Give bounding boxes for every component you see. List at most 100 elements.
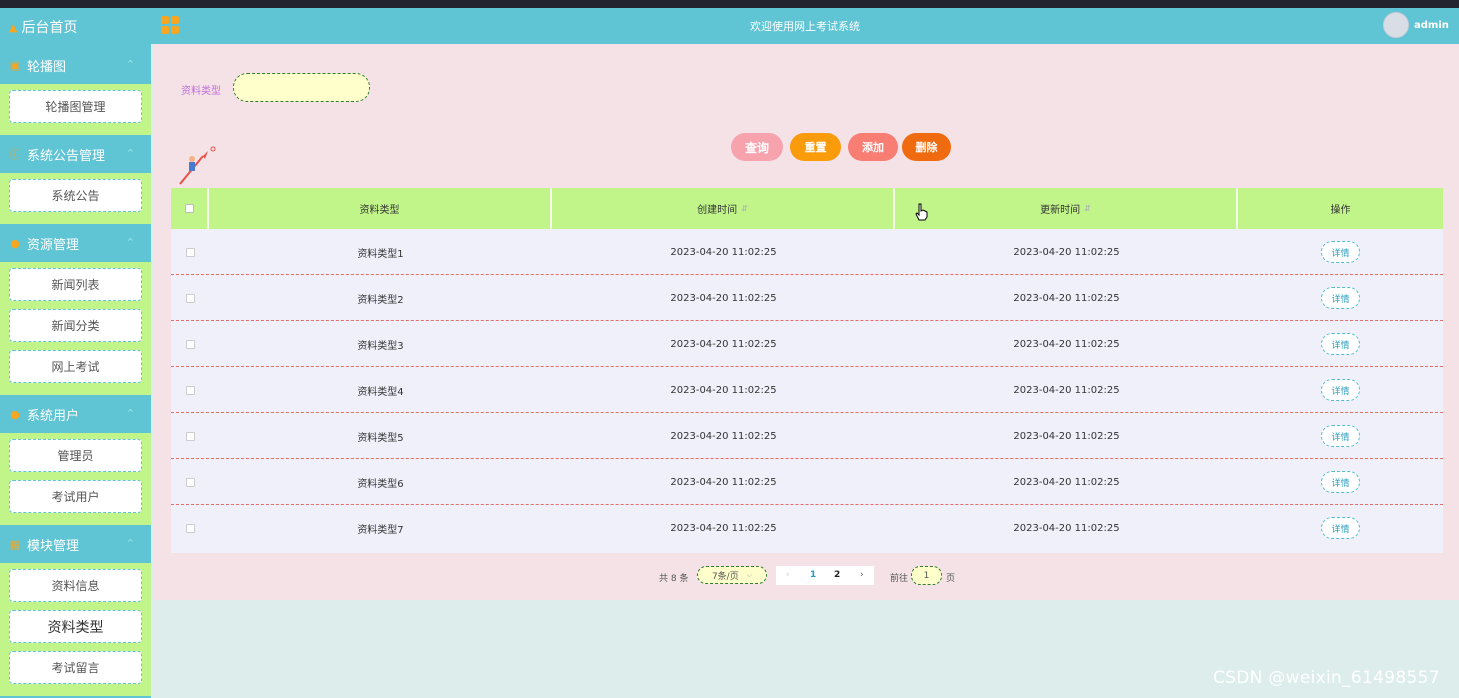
column-header-label: 资料类型 — [359, 205, 400, 216]
column-header-label: 创建时间 — [697, 205, 738, 216]
row-checkbox[interactable] — [185, 431, 195, 441]
page-navigator: ‹ 1 2 › — [776, 566, 874, 585]
search-label: 资料类型 — [181, 86, 221, 97]
table-row: 资料类型2 2023-04-20 11:02:25 2023-04-20 11:… — [171, 275, 1443, 321]
row-checkbox[interactable] — [185, 385, 195, 395]
window-top-strip — [0, 0, 1459, 8]
home-icon: ▲ — [9, 20, 18, 34]
sidebar-item-material-type[interactable]: 资料类型 — [9, 610, 142, 643]
page-number-current[interactable]: 2 — [834, 570, 840, 580]
column-header-label: 操作 — [1330, 205, 1351, 216]
row-checkbox[interactable] — [185, 293, 195, 303]
sidebar-item-news-list[interactable]: 新闻列表 — [9, 268, 142, 301]
cell-created: 2023-04-20 11:02:25 — [670, 384, 777, 396]
sidebar-group-label: 资源管理 — [27, 237, 80, 253]
search-input[interactable] — [233, 73, 370, 102]
cell-updated: 2023-04-20 11:02:25 — [1013, 292, 1120, 304]
data-table: 资料类型 创建时间 ⇵ 更新时间 ⇵ 操作 资料类型1 2023-04-20 1… — [171, 188, 1443, 553]
table-row: 资料类型7 2023-04-20 11:02:25 2023-04-20 11:… — [171, 505, 1443, 551]
cell-updated: 2023-04-20 11:02:25 — [1013, 522, 1120, 534]
detail-button[interactable]: 详情 — [1321, 241, 1360, 263]
cell-updated: 2023-04-20 11:02:25 — [1013, 430, 1120, 442]
chevron-up-icon: ⌃ — [125, 236, 135, 249]
avatar[interactable] — [1383, 12, 1409, 38]
sidebar-item-admins[interactable]: 管理员 — [9, 439, 142, 472]
chevron-up-icon: ⌃ — [125, 58, 135, 71]
rocket-figure-icon — [179, 146, 216, 185]
sidebar-item-exam-messages[interactable]: 考试留言 — [9, 651, 142, 684]
cell-type: 资料类型4 — [357, 386, 404, 398]
column-header-type: 资料类型 — [209, 188, 552, 229]
sidebar-item-online-exam[interactable]: 网上考试 — [9, 350, 142, 383]
top-header: 欢迎使用网上考试系统 admin — [151, 8, 1459, 44]
page-size-select[interactable]: 7条/页 ⌵ — [697, 566, 767, 584]
cell-type: 资料类型1 — [357, 248, 404, 260]
sidebar-item-exam-users[interactable]: 考试用户 — [9, 480, 142, 513]
sidebar-item-announcement[interactable]: 系统公告 — [9, 179, 142, 212]
next-page-button[interactable]: › — [860, 570, 864, 580]
sidebar: ▲ 后台首页 ▣ 轮播图 ⌃ 轮播图管理 ⓘ 系统公告管理 ⌃ 系统公告 ● 资… — [0, 8, 151, 698]
select-all-cell — [171, 188, 209, 229]
cell-created: 2023-04-20 11:02:25 — [670, 522, 777, 534]
image-icon: ▣ — [9, 58, 21, 72]
sidebar-group-resources[interactable]: ● 资源管理 ⌃ — [0, 224, 151, 262]
sidebar-group-announcement[interactable]: ⓘ 系统公告管理 ⌃ — [0, 135, 151, 173]
username[interactable]: admin — [1414, 20, 1449, 31]
sidebar-group-body: 新闻列表 新闻分类 网上考试 — [0, 262, 151, 395]
cell-updated: 2023-04-20 11:02:25 — [1013, 384, 1120, 396]
detail-button[interactable]: 详情 — [1321, 471, 1360, 493]
cell-created: 2023-04-20 11:02:25 — [670, 338, 777, 350]
detail-button[interactable]: 详情 — [1321, 425, 1360, 447]
sort-caret-icon[interactable]: ⇵ — [1084, 204, 1091, 213]
cell-updated: 2023-04-20 11:02:25 — [1013, 246, 1120, 258]
main-panel: 资料类型 查询 重置 添加 删除 资料类型 创建时间 ⇵ 更新时间 ⇵ 操作 资… — [153, 44, 1459, 600]
cell-type: 资料类型5 — [357, 432, 404, 444]
page-number[interactable]: 1 — [810, 570, 816, 580]
table-row: 资料类型4 2023-04-20 11:02:25 2023-04-20 11:… — [171, 367, 1443, 413]
page-size-value: 7条/页 — [711, 571, 739, 582]
row-checkbox[interactable] — [185, 523, 195, 533]
detail-button[interactable]: 详情 — [1321, 517, 1360, 539]
row-checkbox[interactable] — [185, 247, 195, 257]
prev-page-button[interactable]: ‹ — [786, 570, 790, 580]
chevron-up-icon: ⌃ — [125, 407, 135, 420]
detail-button[interactable]: 详情 — [1321, 287, 1360, 309]
column-header-updated[interactable]: 更新时间 ⇵ — [895, 188, 1238, 229]
detail-button[interactable]: 详情 — [1321, 379, 1360, 401]
sort-caret-icon[interactable]: ⇵ — [741, 204, 748, 213]
column-header-label: 更新时间 — [1040, 205, 1081, 216]
table-row: 资料类型5 2023-04-20 11:02:25 2023-04-20 11:… — [171, 413, 1443, 459]
sidebar-item-news-category[interactable]: 新闻分类 — [9, 309, 142, 342]
query-button[interactable]: 查询 — [731, 133, 783, 161]
sidebar-home-label: 后台首页 — [21, 20, 78, 36]
info-icon: ⓘ — [9, 148, 21, 161]
sidebar-item-carousel-manage[interactable]: 轮播图管理 — [9, 90, 142, 123]
chevron-up-icon: ⌃ — [125, 537, 135, 550]
pagination-total: 共 8 条 — [659, 574, 689, 584]
chevron-down-icon: ⌵ — [746, 570, 753, 579]
sidebar-group-users[interactable]: ● 系统用户 ⌃ — [0, 395, 151, 433]
select-all-checkbox[interactable] — [184, 204, 194, 213]
sidebar-group-label: 系统用户 — [27, 408, 80, 424]
goto-page-input[interactable]: 1 — [911, 566, 942, 585]
table-row: 资料类型6 2023-04-20 11:02:25 2023-04-20 11:… — [171, 459, 1443, 505]
sidebar-group-label: 模块管理 — [27, 538, 80, 554]
sidebar-group-modules[interactable]: ▦ 模块管理 ⌃ — [0, 525, 151, 563]
reset-button[interactable]: 重置 — [790, 133, 841, 161]
column-header-created[interactable]: 创建时间 ⇵ — [552, 188, 895, 229]
row-checkbox[interactable] — [185, 477, 195, 487]
sidebar-group-carousel[interactable]: ▣ 轮播图 ⌃ — [0, 46, 151, 84]
detail-button[interactable]: 详情 — [1321, 333, 1360, 355]
cell-updated: 2023-04-20 11:02:25 — [1013, 476, 1120, 488]
row-checkbox[interactable] — [185, 339, 195, 349]
header-title: 欢迎使用网上考试系统 — [750, 20, 860, 33]
delete-button[interactable]: 删除 — [902, 133, 951, 161]
sidebar-home[interactable]: ▲ 后台首页 — [0, 8, 151, 46]
table-body: 资料类型1 2023-04-20 11:02:25 2023-04-20 11:… — [171, 229, 1443, 553]
cell-created: 2023-04-20 11:02:25 — [670, 476, 777, 488]
add-button[interactable]: 添加 — [848, 133, 898, 161]
sidebar-item-material-info[interactable]: 资料信息 — [9, 569, 142, 602]
sidebar-group-body: 管理员 考试用户 — [0, 433, 151, 525]
cell-type: 资料类型6 — [357, 478, 404, 490]
user-icon: ● — [10, 407, 20, 421]
